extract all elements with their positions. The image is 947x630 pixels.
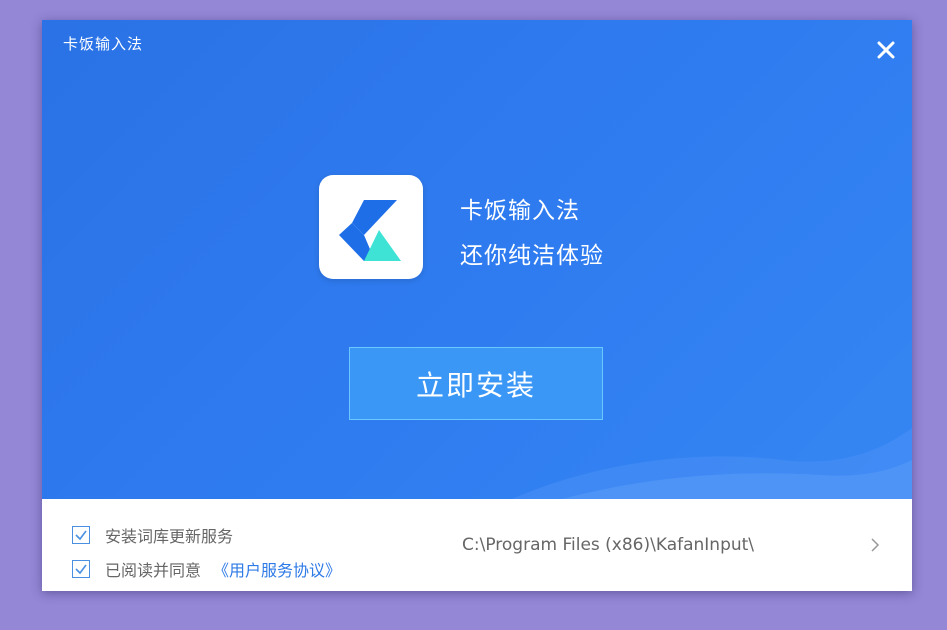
install-now-button[interactable]: 立即安装 bbox=[349, 347, 603, 420]
change-path-button[interactable] bbox=[868, 535, 882, 555]
agree-label: 已阅读并同意 bbox=[105, 561, 202, 580]
option-dict-update: 安装词库更新服务 bbox=[72, 523, 233, 547]
check-icon bbox=[75, 564, 87, 575]
close-button[interactable] bbox=[874, 38, 898, 62]
install-path[interactable]: C:\Program Files (x86)\KafanInput\ bbox=[462, 535, 754, 555]
installer-window: 卡饭输入法 卡饭输入法 还你纯洁体验 立即安装 安装词库更新服务 已阅读并同意 … bbox=[42, 20, 912, 591]
app-name: 卡饭输入法 bbox=[460, 198, 580, 224]
app-slogan: 还你纯洁体验 bbox=[460, 243, 604, 269]
kafan-logo-icon bbox=[339, 200, 401, 261]
footer-options: 安装词库更新服务 已阅读并同意 《用户服务协议》 C:\Program File… bbox=[42, 499, 912, 591]
close-icon bbox=[877, 41, 895, 59]
check-icon bbox=[75, 530, 87, 541]
hero-panel: 卡饭输入法 卡饭输入法 还你纯洁体验 立即安装 bbox=[42, 20, 912, 499]
app-logo bbox=[319, 175, 423, 279]
dict-update-checkbox[interactable] bbox=[72, 526, 90, 544]
dict-update-label: 安装词库更新服务 bbox=[105, 527, 234, 546]
option-agree: 已阅读并同意 《用户服务协议》 bbox=[72, 557, 341, 581]
chevron-right-icon bbox=[871, 538, 880, 552]
user-agreement-link[interactable]: 《用户服务协议》 bbox=[213, 557, 341, 581]
agree-checkbox[interactable] bbox=[72, 560, 90, 578]
window-title: 卡饭输入法 bbox=[63, 35, 144, 53]
